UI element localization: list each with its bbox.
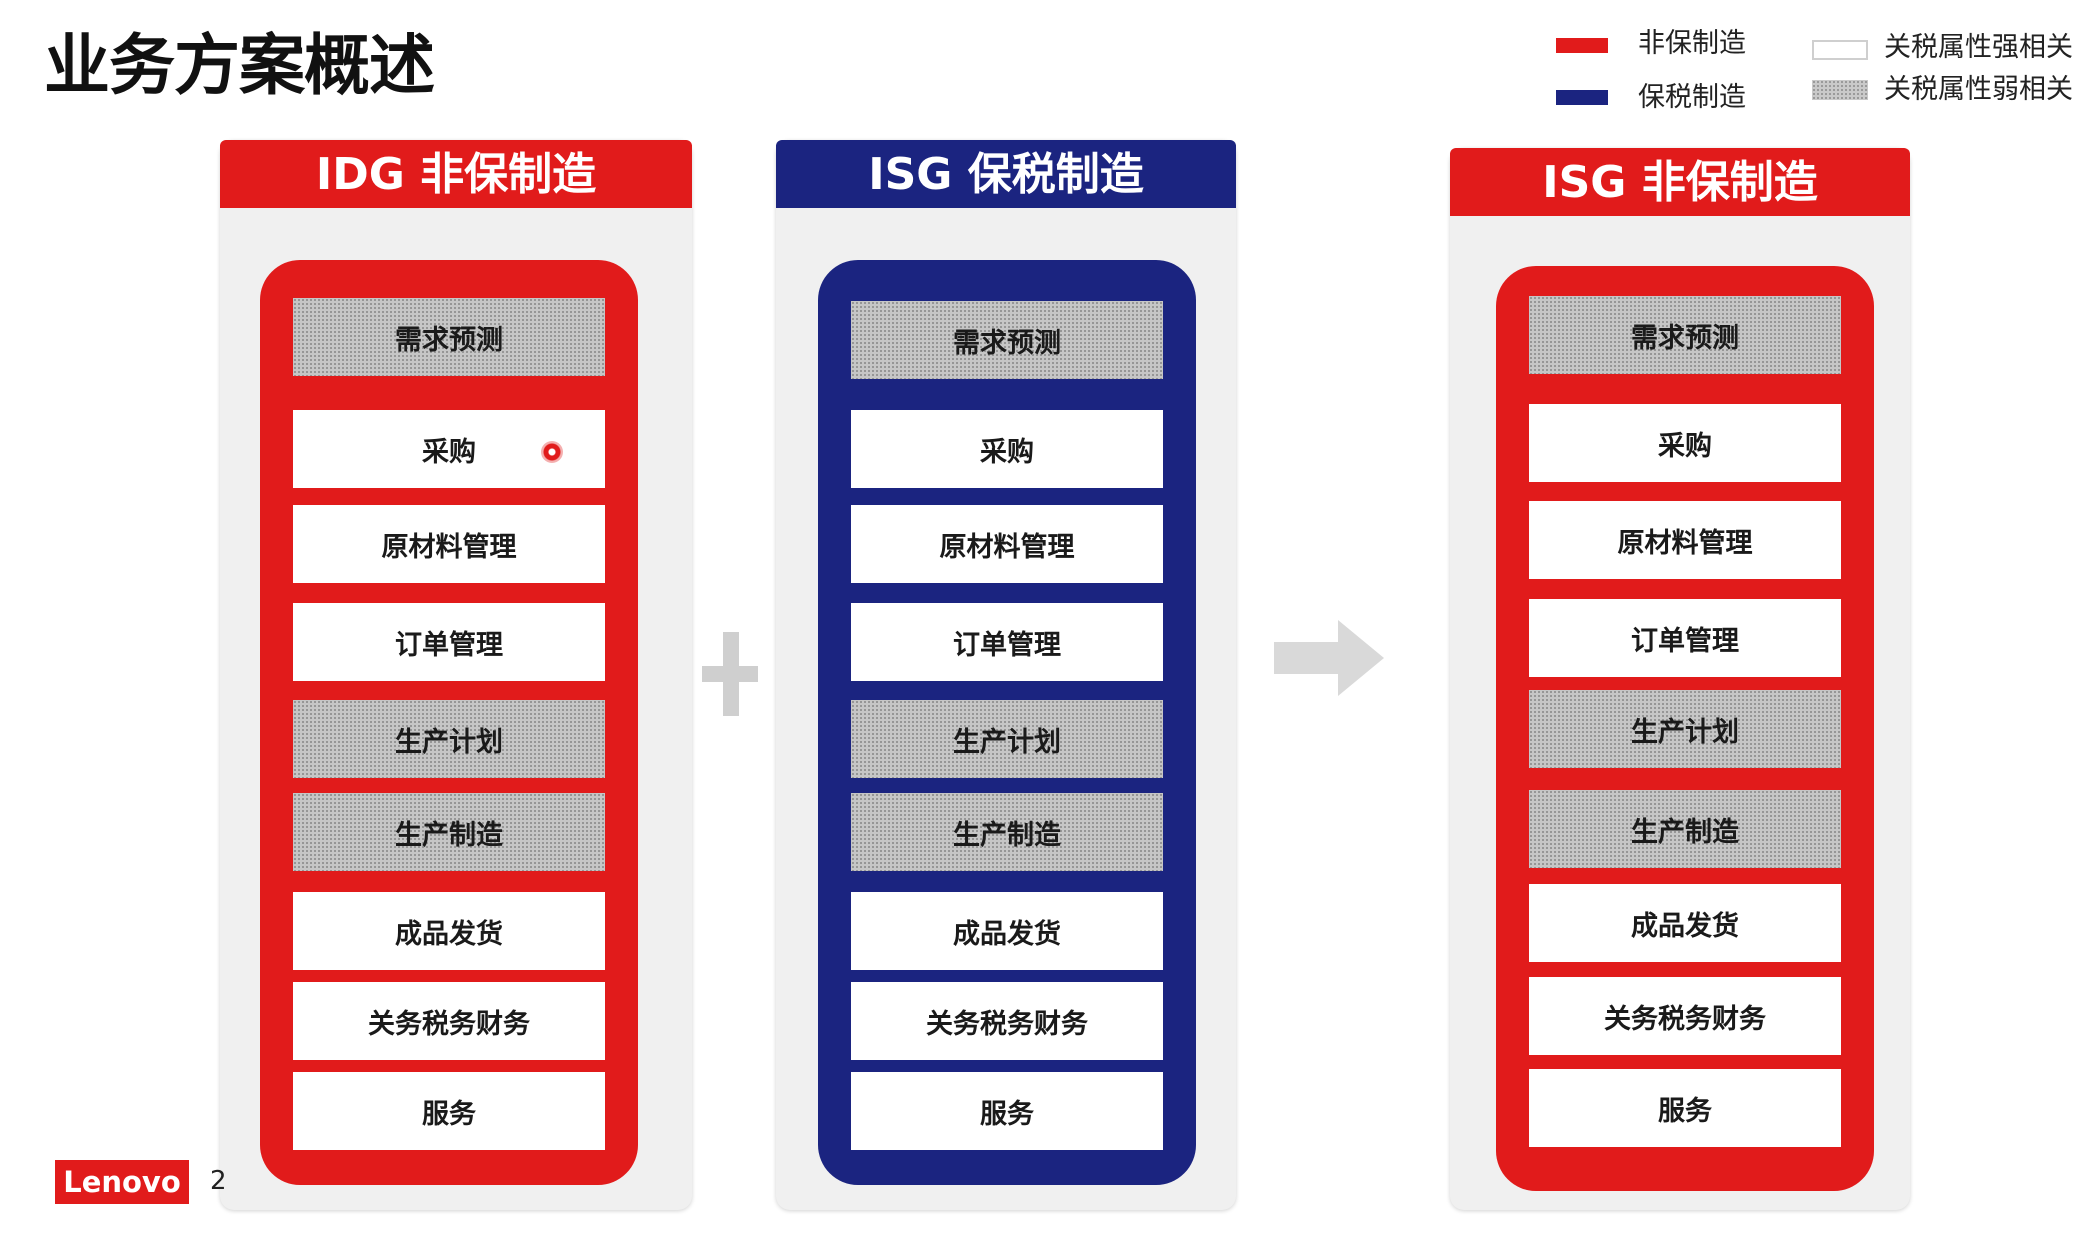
step-service: 服务	[293, 1072, 605, 1150]
step-raw-material: 原材料管理	[851, 505, 1163, 583]
legend-swatch-navy	[1556, 90, 1608, 105]
step-manufacturing: 生产制造	[851, 793, 1163, 871]
step-raw-material: 原材料管理	[1529, 501, 1841, 579]
process-frame: 需求预测 采购 原材料管理 订单管理 生产计划 生产制造 成品发货 关务税务财务…	[1496, 266, 1874, 1191]
step-manufacturing: 生产制造	[1529, 790, 1841, 868]
step-customs-tax-finance: 关务税务财务	[1529, 977, 1841, 1055]
pointer-dot-icon	[541, 441, 563, 463]
step-customs-tax-finance: 关务税务财务	[293, 982, 605, 1060]
panel-isg-nonbonded: ISG 非保制造 需求预测 采购 原材料管理 订单管理 生产计划 生产制造 成品…	[1450, 148, 1910, 1210]
step-service: 服务	[1529, 1069, 1841, 1147]
step-service: 服务	[851, 1072, 1163, 1150]
legend-label-weak: 关税属性弱相关	[1884, 74, 2073, 105]
step-order-management: 订单管理	[293, 603, 605, 681]
legend-swatch-weak	[1812, 80, 1868, 100]
process-frame: 需求预测 采购 原材料管理 订单管理 生产计划 生产制造 成品发货 关务税务财务…	[260, 260, 638, 1185]
arrow-right-icon	[1274, 620, 1384, 696]
step-shipping: 成品发货	[293, 892, 605, 970]
step-order-management: 订单管理	[851, 603, 1163, 681]
legend-swatch-red	[1556, 38, 1608, 53]
page-number: 2	[210, 1166, 227, 1196]
legend-swatch-strong	[1812, 40, 1868, 60]
step-demand-forecast: 需求预测	[293, 298, 605, 376]
step-order-management: 订单管理	[1529, 599, 1841, 677]
legend-label-nonbonded: 非保制造	[1638, 28, 1746, 59]
legend-label-strong: 关税属性强相关	[1884, 32, 2073, 63]
step-production-plan: 生产计划	[851, 700, 1163, 778]
step-demand-forecast: 需求预测	[1529, 296, 1841, 374]
plus-icon	[702, 632, 758, 716]
panel-header: ISG 非保制造	[1450, 148, 1910, 216]
panel-idg-nonbonded: IDG 非保制造 需求预测 采购 原材料管理 订单管理 生产计划 生产制造 成品…	[220, 140, 692, 1210]
step-production-plan: 生产计划	[293, 700, 605, 778]
step-shipping: 成品发货	[851, 892, 1163, 970]
panel-isg-bonded: ISG 保税制造 需求预测 采购 原材料管理 订单管理 生产计划 生产制造 成品…	[776, 140, 1236, 1210]
step-procurement: 采购	[851, 410, 1163, 488]
legend-label-bonded: 保税制造	[1638, 82, 1746, 113]
step-raw-material: 原材料管理	[293, 505, 605, 583]
step-procurement: 采购	[1529, 404, 1841, 482]
panel-header: ISG 保税制造	[776, 140, 1236, 208]
step-demand-forecast: 需求预测	[851, 301, 1163, 379]
process-frame: 需求预测 采购 原材料管理 订单管理 生产计划 生产制造 成品发货 关务税务财务…	[818, 260, 1196, 1185]
lenovo-logo: Lenovo	[55, 1160, 189, 1204]
step-shipping: 成品发货	[1529, 884, 1841, 962]
panel-header: IDG 非保制造	[220, 140, 692, 208]
step-customs-tax-finance: 关务税务财务	[851, 982, 1163, 1060]
page-title: 业务方案概述	[44, 27, 435, 104]
step-manufacturing: 生产制造	[293, 793, 605, 871]
step-production-plan: 生产计划	[1529, 690, 1841, 768]
